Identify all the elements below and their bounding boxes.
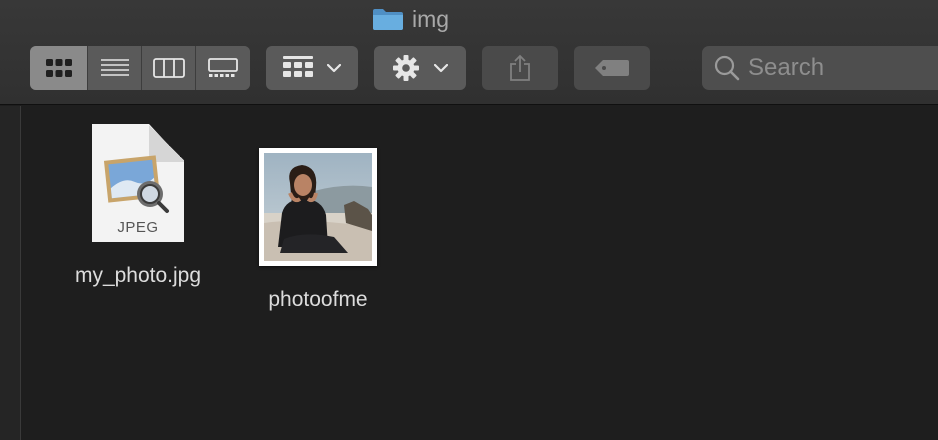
gallery-view-button[interactable]: [196, 46, 250, 90]
photo-thumbnail: [259, 148, 377, 266]
gallery-view-icon: [208, 58, 238, 77]
chevron-down-icon: [434, 63, 448, 72]
jpeg-document-icon: JPEG: [92, 124, 184, 242]
column-view-icon: [152, 58, 185, 78]
grid-group-icon: [283, 56, 313, 77]
tag-icon: [595, 60, 629, 76]
search-placeholder: Search: [748, 54, 825, 81]
file-browser: JPEG my_photo.jpg photoofme: [22, 106, 938, 440]
chevron-down-icon: [327, 63, 341, 72]
sidebar-edge: [0, 106, 21, 440]
search-field[interactable]: Search: [702, 46, 938, 90]
search-icon: [714, 55, 740, 81]
file-type-label: JPEG: [117, 219, 159, 236]
file-name-label: my_photo.jpg: [74, 264, 202, 287]
file-name-label: photoofme: [268, 288, 368, 311]
photo-image: [264, 153, 372, 261]
tag-button[interactable]: [574, 46, 650, 90]
icon-view-button[interactable]: [30, 46, 88, 90]
file-item-my-photo[interactable]: JPEG my_photo.jpg: [62, 124, 214, 288]
column-view-button[interactable]: [142, 46, 196, 90]
view-mode-control: [30, 46, 250, 90]
icon-view-icon: [45, 59, 72, 77]
action-button[interactable]: [374, 46, 466, 90]
folder-icon: [372, 7, 404, 31]
finder-window: img Search JPEG my_photo.jpg photoofme: [0, 0, 938, 440]
group-by-button[interactable]: [266, 46, 358, 90]
file-item-photoofme[interactable]: photoofme: [248, 148, 388, 312]
list-view-icon: [100, 59, 129, 76]
toolbar: img Search: [0, 0, 938, 105]
gear-icon: [393, 55, 419, 81]
window-title: img: [372, 4, 449, 34]
share-button[interactable]: [482, 46, 558, 90]
share-icon: [510, 54, 530, 81]
window-title-text: img: [412, 5, 450, 32]
preview-image-icon: [104, 155, 169, 213]
list-view-button[interactable]: [88, 46, 142, 90]
